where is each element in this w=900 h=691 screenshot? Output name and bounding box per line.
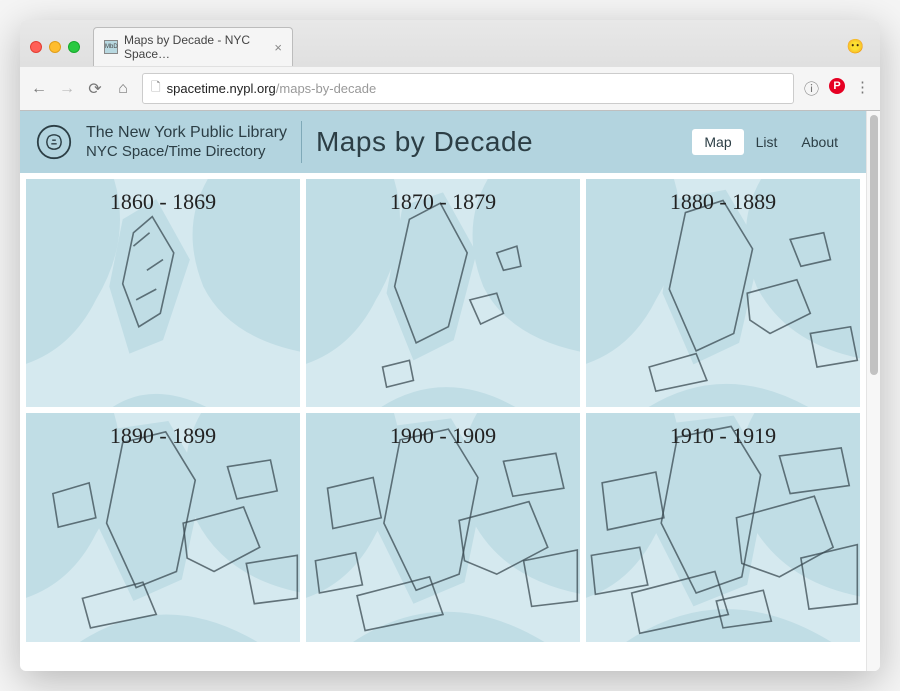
- decade-label: 1900 - 1909: [306, 423, 580, 449]
- page-icon: 🗋: [151, 78, 161, 99]
- page-viewport: The New York Public Library NYC Space/Ti…: [20, 111, 880, 671]
- header-divider: [301, 121, 302, 163]
- decade-label: 1860 - 1869: [26, 189, 300, 215]
- page-title: Maps by Decade: [316, 126, 533, 158]
- reload-button[interactable]: ⟳: [86, 79, 104, 99]
- maximize-window-button[interactable]: [68, 41, 80, 53]
- nav-tab-about[interactable]: About: [789, 129, 850, 155]
- profile-icon[interactable]: 😶: [847, 38, 864, 55]
- decade-cell-1860[interactable]: 1860 - 1869: [26, 179, 300, 407]
- org-line2: NYC Space/Time Directory: [86, 143, 287, 161]
- scrollbar-track[interactable]: [866, 111, 880, 671]
- browser-tab[interactable]: MbD Maps by Decade - NYC Space… ×: [93, 27, 293, 66]
- decade-cell-1870[interactable]: 1870 - 1879: [306, 179, 580, 407]
- browser-chrome: MbD Maps by Decade - NYC Space… × 😶 ← → …: [20, 20, 880, 111]
- info-icon[interactable]: ⓘ: [804, 78, 819, 99]
- scrollbar-thumb[interactable]: [870, 115, 878, 375]
- nypl-lion-logo-icon[interactable]: [36, 124, 72, 160]
- nav-tabs: Map List About: [692, 129, 850, 155]
- minimize-window-button[interactable]: [49, 41, 61, 53]
- nav-tab-map[interactable]: Map: [692, 129, 743, 155]
- address-bar[interactable]: 🗋 spacetime.nypl.org/maps-by-decade: [142, 73, 794, 104]
- org-title[interactable]: The New York Public Library NYC Space/Ti…: [86, 123, 287, 160]
- browser-window: MbD Maps by Decade - NYC Space… × 😶 ← → …: [20, 20, 880, 671]
- pinterest-icon[interactable]: P: [829, 78, 845, 94]
- titlebar: MbD Maps by Decade - NYC Space… × 😶: [20, 20, 880, 66]
- decade-label: 1910 - 1919: [586, 423, 860, 449]
- tab-close-icon[interactable]: ×: [274, 40, 282, 55]
- menu-icon[interactable]: ⋮: [855, 78, 870, 99]
- back-button[interactable]: ←: [30, 80, 48, 98]
- home-button[interactable]: ⌂: [114, 80, 132, 98]
- site-header: The New York Public Library NYC Space/Ti…: [20, 111, 866, 173]
- traffic-lights: [30, 41, 80, 53]
- decade-cell-1880[interactable]: 1880 - 1889: [586, 179, 860, 407]
- decade-label: 1870 - 1879: [306, 189, 580, 215]
- close-window-button[interactable]: [30, 41, 42, 53]
- decade-cell-1900[interactable]: 1900 - 1909: [306, 413, 580, 641]
- toolbar-right: ⓘ P ⋮: [804, 78, 870, 99]
- decade-label: 1890 - 1899: [26, 423, 300, 449]
- org-line1: The New York Public Library: [86, 123, 287, 142]
- favicon-icon: MbD: [104, 40, 118, 54]
- page-content: The New York Public Library NYC Space/Ti…: [20, 111, 866, 671]
- forward-button[interactable]: →: [58, 80, 76, 98]
- decade-cell-1890[interactable]: 1890 - 1899: [26, 413, 300, 641]
- url-text: spacetime.nypl.org/maps-by-decade: [167, 81, 377, 96]
- decade-label: 1880 - 1889: [586, 189, 860, 215]
- nav-tab-list[interactable]: List: [744, 129, 790, 155]
- decade-grid: 1860 - 1869 1870 - 1879: [20, 173, 866, 648]
- tab-title: Maps by Decade - NYC Space…: [124, 33, 260, 61]
- decade-cell-1910[interactable]: 1910 - 1919: [586, 413, 860, 641]
- address-bar-row: ← → ⟳ ⌂ 🗋 spacetime.nypl.org/maps-by-dec…: [20, 66, 880, 110]
